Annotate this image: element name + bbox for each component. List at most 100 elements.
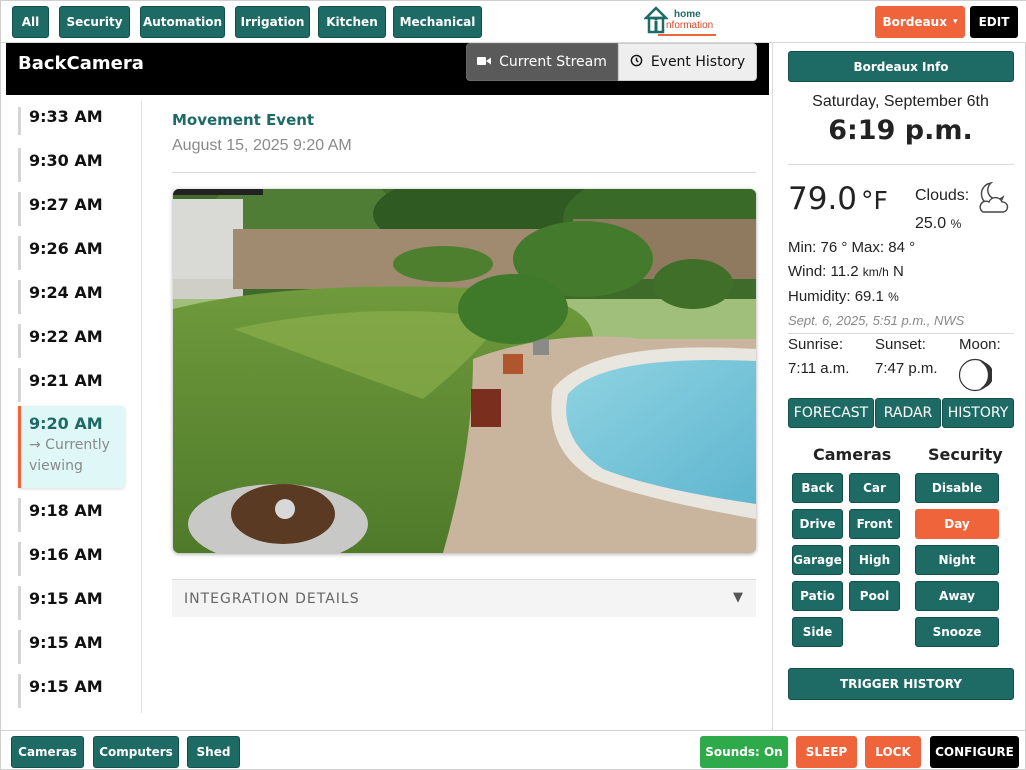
moon-label: Moon: — [959, 336, 1001, 353]
bottom-bar: Cameras Computers Shed Sounds: On SLEEP … — [1, 730, 1026, 770]
timeline-time: 9:30 AM — [29, 151, 103, 170]
backyard-camera-image — [173, 189, 756, 553]
event-detail: Movement Event August 15, 2025 9:20 AM — [172, 111, 756, 155]
camera-car-button[interactable]: Car — [849, 473, 900, 503]
timeline-time: 9:16 AM — [29, 545, 103, 564]
camera-front-button[interactable]: Front — [849, 509, 900, 539]
wind-readout: Wind: 11.2 km/h N — [788, 263, 904, 280]
timeline-time: 9:26 AM — [29, 239, 103, 258]
timeline-time: 9:15 AM — [29, 589, 103, 608]
tab-current-stream-label: Current Stream — [499, 54, 607, 70]
camera-side-button[interactable]: Side — [792, 617, 843, 647]
security-snooze-button[interactable]: Snooze — [915, 617, 999, 647]
home-information-logo[interactable]: home nformation — [644, 6, 718, 36]
integration-details-toggle[interactable]: INTEGRATION DETAILS ▼ — [172, 579, 756, 617]
history-button[interactable]: HISTORY — [942, 398, 1014, 428]
sleep-button[interactable]: SLEEP — [796, 736, 857, 768]
bottom-shed-button[interactable]: Shed — [187, 736, 240, 768]
bottom-computers-button[interactable]: Computers — [93, 736, 179, 768]
nav-mechanical-button[interactable]: Mechanical — [393, 6, 482, 38]
current-date: Saturday, September 6th — [812, 93, 989, 110]
timeline-time: 9:24 AM — [29, 283, 103, 302]
timeline-item[interactable]: 9:22 AM — [18, 324, 125, 358]
logo-text-information: nformation — [666, 20, 714, 31]
timeline-time: 9:20 AM — [29, 414, 103, 433]
location-dropdown[interactable]: Bordeaux ▾ — [875, 6, 965, 38]
sounds-toggle-button[interactable]: Sounds: On — [700, 736, 788, 768]
camera-patio-button[interactable]: Patio — [792, 581, 843, 611]
security-night-button[interactable]: Night — [915, 545, 999, 575]
sunrise-value: 7:11 a.m. — [788, 360, 850, 377]
configure-button[interactable]: CONFIGURE — [930, 736, 1019, 768]
camera-drive-button[interactable]: Drive — [792, 509, 843, 539]
timeline-item[interactable]: 9:30 AM — [18, 148, 125, 182]
bottom-cameras-button[interactable]: Cameras — [11, 736, 84, 768]
moon-phase-icon — [958, 358, 994, 397]
camera-back-button[interactable]: Back — [792, 473, 843, 503]
timeline-item[interactable]: 9:16 AM — [18, 542, 125, 576]
timeline-time: 9:15 AM — [29, 633, 103, 652]
camera-pool-button[interactable]: Pool — [849, 581, 900, 611]
timeline-time: 9:21 AM — [29, 371, 103, 390]
wind-label: Wind: — [788, 263, 827, 280]
timeline-item[interactable]: 9:27 AM — [18, 192, 125, 226]
timeline-item[interactable]: 9:15 AM — [18, 630, 125, 664]
wind-unit: km/h — [862, 265, 889, 279]
edit-button[interactable]: EDIT — [970, 6, 1018, 38]
security-disable-button[interactable]: Disable — [915, 473, 999, 503]
camera-high-button[interactable]: High — [849, 545, 900, 575]
timeline-item[interactable]: 9:18 AM — [18, 498, 125, 532]
camera-title: BackCamera — [18, 53, 144, 74]
tab-current-stream[interactable]: Current Stream — [466, 43, 618, 81]
sunset-value: 7:47 p.m. — [875, 360, 938, 377]
wind-value: 11.2 — [830, 263, 859, 280]
timeline-item[interactable]: 9:26 AM — [18, 236, 125, 270]
camera-garage-button[interactable]: Garage — [792, 545, 843, 575]
security-away-button[interactable]: Away — [915, 581, 999, 611]
event-timeline: 9:33 AM 9:30 AM 9:27 AM 9:26 AM 9:24 AM … — [6, 101, 142, 713]
timeline-item[interactable]: 9:24 AM — [18, 280, 125, 314]
max-value: 84 ° — [888, 239, 916, 256]
min-label: Min: — [788, 239, 817, 256]
integration-details-label: INTEGRATION DETAILS — [184, 590, 360, 607]
currently-viewing-line1: → Currently — [29, 437, 110, 453]
tab-event-history[interactable]: Event History — [618, 43, 757, 81]
security-day-button[interactable]: Day — [915, 509, 999, 539]
timeline-time: 9:33 AM — [29, 107, 103, 126]
timeline-item[interactable]: 9:33 AM — [18, 107, 125, 135]
timeline-item-current[interactable]: 9:20 AM → Currently viewing — [18, 406, 125, 488]
timeline-item[interactable]: 9:15 AM — [18, 586, 125, 620]
nav-automation-button[interactable]: Automation — [140, 6, 225, 38]
max-label: Max: — [851, 239, 885, 256]
timeline-time: 9:15 AM — [29, 677, 103, 696]
min-value: 76 ° — [820, 239, 848, 256]
clouds-value: 25.0 % — [915, 215, 961, 233]
expand-caret-icon: ▼ — [733, 590, 744, 605]
house-icon — [644, 6, 668, 34]
divider — [788, 164, 1014, 165]
clouds-label: Clouds: — [915, 187, 970, 204]
timeline-time: 9:18 AM — [29, 501, 103, 520]
currently-viewing-line2: viewing — [29, 458, 83, 474]
cameras-heading: Cameras — [813, 445, 892, 464]
nav-irrigation-button[interactable]: Irrigation — [235, 6, 310, 38]
forecast-button[interactable]: FORECAST — [788, 398, 874, 428]
humidity-value: 69.1 — [854, 288, 884, 305]
radar-button[interactable]: RADAR — [875, 398, 941, 428]
humidity-label: Humidity: — [788, 288, 851, 305]
chevron-down-icon: ▾ — [952, 17, 958, 27]
timeline-time: 9:27 AM — [29, 195, 103, 214]
timeline-item[interactable]: 9:15 AM — [18, 674, 125, 708]
tab-event-history-label: Event History — [650, 54, 746, 70]
nav-kitchen-button[interactable]: Kitchen — [318, 6, 386, 38]
trigger-history-button[interactable]: TRIGGER HISTORY — [788, 668, 1014, 700]
humidity-unit: % — [888, 290, 899, 304]
timeline-item[interactable]: 9:21 AM — [18, 368, 125, 402]
nav-all-button[interactable]: All — [12, 6, 49, 38]
camera-header: BackCamera Current Stream Event History — [6, 43, 769, 95]
sunset-label: Sunset: — [875, 336, 926, 353]
lock-button[interactable]: LOCK — [865, 736, 921, 768]
event-snapshot-image[interactable] — [173, 189, 756, 553]
location-info-button[interactable]: Bordeaux Info — [788, 51, 1014, 82]
nav-security-button[interactable]: Security — [59, 6, 130, 38]
